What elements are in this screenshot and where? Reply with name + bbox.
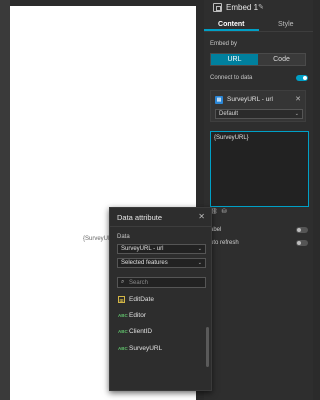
selection-mode-select[interactable]: Selected features ⌄ bbox=[117, 258, 206, 268]
selection-mode-value: Selected features bbox=[121, 260, 168, 266]
field-name: SurveyURL bbox=[129, 345, 163, 352]
connect-to-data-switch[interactable] bbox=[296, 75, 308, 81]
embed-by-toggle: URL Code bbox=[210, 53, 306, 66]
label-option-switch[interactable] bbox=[296, 227, 308, 233]
field-item-surveyurl[interactable]: ABC SurveyURL bbox=[117, 343, 209, 355]
url-expression-editor[interactable]: {SurveyURL} bbox=[210, 131, 309, 207]
data-view-value: Default bbox=[219, 111, 239, 117]
embed-by-label: Embed by bbox=[210, 41, 238, 47]
field-item-editdate[interactable]: ▦ EditDate bbox=[117, 294, 209, 306]
data-source-card: ▦ SurveyURL - url ✕ Default ⌄ bbox=[210, 90, 306, 122]
data-label: Data bbox=[117, 234, 130, 240]
editor-toolbar: ⛓ ⛁ bbox=[210, 208, 231, 215]
remove-data-source-icon[interactable]: ✕ bbox=[295, 95, 301, 103]
field-list-scrollbar[interactable] bbox=[206, 327, 209, 367]
tab-style[interactable]: Style bbox=[259, 18, 314, 31]
embed-by-url-button[interactable]: URL bbox=[211, 54, 258, 65]
string-field-icon: ABC bbox=[118, 346, 128, 351]
popup-title: Data attribute bbox=[117, 213, 163, 222]
data-source-select[interactable]: SurveyURL - url ⌄ bbox=[117, 244, 206, 254]
data-source-name: SurveyURL - url bbox=[227, 96, 273, 103]
auto-refresh-label: uto refresh bbox=[210, 240, 239, 246]
search-input[interactable]: ⌕ Search bbox=[117, 277, 206, 288]
chevron-down-icon: ⌄ bbox=[197, 246, 202, 252]
embed-by-code-button[interactable]: Code bbox=[258, 54, 305, 65]
widget-title: Embed 1 bbox=[226, 3, 259, 12]
url-expression-value: {SurveyURL} bbox=[214, 135, 249, 141]
tab-content[interactable]: Content bbox=[204, 18, 259, 31]
chevron-down-icon: ⌄ bbox=[197, 260, 202, 266]
panel-header: Embed 1 ✎ bbox=[204, 0, 313, 16]
settings-panel: Embed 1 ✎ Content Style Embed by URL Cod… bbox=[204, 0, 313, 400]
chevron-down-icon: ⌄ bbox=[294, 111, 299, 117]
database-icon[interactable]: ⛁ bbox=[222, 209, 227, 215]
data-view-select[interactable]: Default ⌄ bbox=[215, 109, 303, 119]
field-item-editor[interactable]: ABC Editor bbox=[117, 310, 209, 322]
embed-widget-icon bbox=[213, 3, 222, 12]
field-item-clientid[interactable]: ABC ClientID bbox=[117, 326, 209, 338]
auto-refresh-switch[interactable] bbox=[296, 240, 308, 246]
close-icon[interactable]: ✕ bbox=[198, 212, 205, 221]
canvas-gutter bbox=[0, 0, 10, 400]
field-name: Editor bbox=[129, 312, 146, 319]
connect-to-data-label: Connect to data bbox=[210, 75, 253, 81]
data-source-select-value: SurveyURL - url bbox=[121, 246, 164, 252]
popup-divider bbox=[110, 226, 211, 227]
data-attribute-popup: Data attribute ✕ Data SurveyURL - url ⌄ … bbox=[109, 207, 212, 391]
string-field-icon: ABC bbox=[118, 329, 128, 334]
tabs-divider bbox=[204, 31, 313, 32]
data-source-icon: ▦ bbox=[215, 96, 223, 104]
search-icon: ⌕ bbox=[121, 279, 125, 285]
edit-title-icon[interactable]: ✎ bbox=[258, 3, 264, 11]
string-field-icon: ABC bbox=[118, 313, 128, 318]
panel-tabs: Content Style bbox=[204, 18, 313, 31]
date-field-icon: ▦ bbox=[118, 296, 125, 303]
field-name: ClientID bbox=[129, 328, 153, 335]
field-name: EditDate bbox=[129, 296, 154, 303]
search-placeholder: Search bbox=[129, 280, 149, 286]
